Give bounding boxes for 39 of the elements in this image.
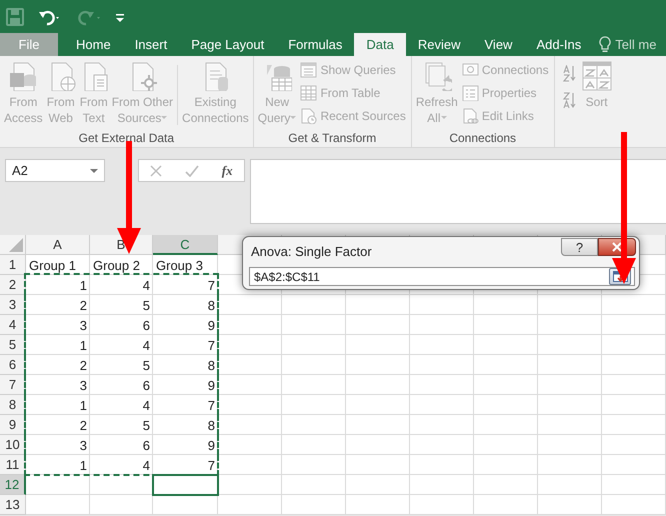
sheet-cell-text: 4: [142, 276, 151, 294]
sheet-cell-text: 8: [206, 296, 216, 314]
sheet-cell-text: 1: [78, 396, 88, 414]
sheet-cell-text: 5: [142, 296, 151, 314]
sheet-cell-text: 4: [142, 456, 151, 474]
sheet-cell-text: 1: [78, 456, 88, 474]
group-label: Get & Transform: [287, 131, 378, 147]
sheet-cell-text: 1: [78, 336, 88, 354]
range-value: $A$2:$C$11: [254, 270, 320, 284]
sheet-cell-text: 7: [206, 456, 216, 474]
sheet-cell-text: 8: [206, 416, 216, 434]
sheet-cell-text: 2: [78, 416, 88, 434]
group-label: Connections: [448, 131, 518, 147]
sheet-cell-text: 2: [78, 356, 88, 374]
sheet-cell-text: 5: [142, 416, 151, 434]
cell-reference: A2: [12, 163, 28, 178]
sheet-cell-text: 6: [142, 436, 151, 454]
sheet-cell-text: 4: [142, 336, 151, 354]
sheet-cell-text: 9: [206, 316, 216, 334]
dialog-title: Anova: Single Factor: [251, 244, 372, 259]
sheet-cell-text: 5: [142, 356, 151, 374]
sheet-cell-text: 8: [206, 356, 216, 374]
sheet-cell-text: 9: [206, 376, 216, 394]
sheet-cell-text: 3: [78, 316, 88, 334]
sheet-cell-text: 1: [78, 276, 88, 294]
group-label: Get External Data: [78, 131, 176, 147]
sheet-cell-text: 4: [142, 396, 151, 414]
sheet-cell-text: 2: [78, 296, 88, 314]
sheet-cell-text: 6: [142, 316, 151, 334]
sheet-cell-text: 7: [206, 336, 216, 354]
sheet-cell-text: Group 2: [92, 256, 141, 275]
sheet-cell-text: 7: [206, 396, 216, 414]
sheet-cell-text: 3: [78, 376, 88, 394]
sheet-cell-text: Group 1: [28, 256, 77, 275]
sheet-cell-text: 6: [142, 376, 151, 394]
sheet-cell-text: 7: [206, 276, 216, 294]
sheet-cell-text: Group 3: [155, 256, 204, 275]
sheet-cell-text: 3: [78, 436, 88, 454]
sheet-cell-text: 9: [206, 436, 216, 454]
